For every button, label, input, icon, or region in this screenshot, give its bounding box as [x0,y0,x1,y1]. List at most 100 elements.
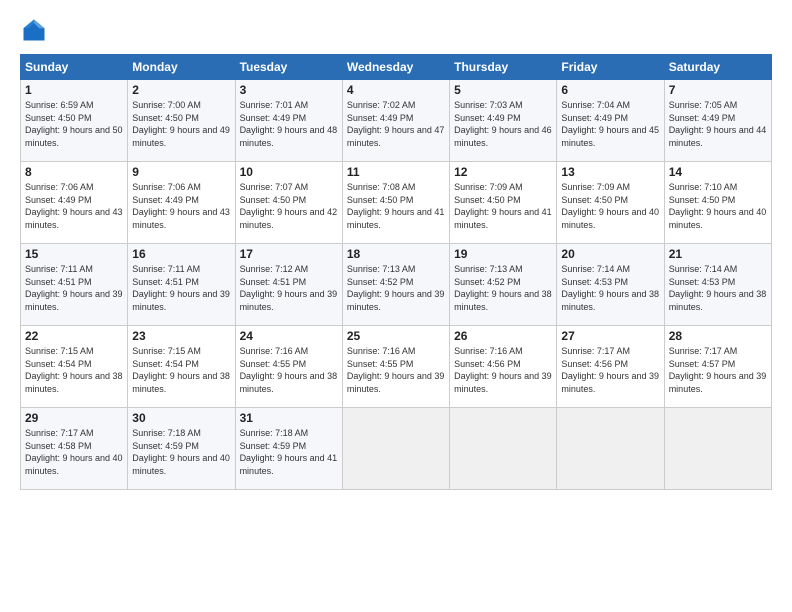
day-info: Sunrise: 7:09 AMSunset: 4:50 PMDaylight:… [454,182,552,230]
day-number: 5 [454,83,552,97]
day-number: 4 [347,83,445,97]
day-info: Sunrise: 7:12 AMSunset: 4:51 PMDaylight:… [240,264,338,312]
day-info: Sunrise: 7:15 AMSunset: 4:54 PMDaylight:… [25,346,123,394]
day-info: Sunrise: 7:16 AMSunset: 4:55 PMDaylight:… [240,346,338,394]
day-info: Sunrise: 7:10 AMSunset: 4:50 PMDaylight:… [669,182,767,230]
day-number: 6 [561,83,659,97]
day-number: 10 [240,165,338,179]
calendar-cell: 9 Sunrise: 7:06 AMSunset: 4:49 PMDayligh… [128,162,235,244]
day-number: 9 [132,165,230,179]
calendar-cell: 20 Sunrise: 7:14 AMSunset: 4:53 PMDaylig… [557,244,664,326]
day-number: 20 [561,247,659,261]
day-number: 25 [347,329,445,343]
calendar-week-3: 15 Sunrise: 7:11 AMSunset: 4:51 PMDaylig… [21,244,772,326]
header-friday: Friday [557,55,664,80]
day-info: Sunrise: 7:00 AMSunset: 4:50 PMDaylight:… [132,100,230,148]
calendar-cell: 4 Sunrise: 7:02 AMSunset: 4:49 PMDayligh… [342,80,449,162]
day-info: Sunrise: 7:14 AMSunset: 4:53 PMDaylight:… [669,264,767,312]
day-number: 1 [25,83,123,97]
calendar-cell: 22 Sunrise: 7:15 AMSunset: 4:54 PMDaylig… [21,326,128,408]
header-saturday: Saturday [664,55,771,80]
day-number: 8 [25,165,123,179]
day-info: Sunrise: 7:05 AMSunset: 4:49 PMDaylight:… [669,100,767,148]
page: SundayMondayTuesdayWednesdayThursdayFrid… [0,0,792,612]
day-info: Sunrise: 7:14 AMSunset: 4:53 PMDaylight:… [561,264,659,312]
day-info: Sunrise: 7:16 AMSunset: 4:55 PMDaylight:… [347,346,445,394]
day-info: Sunrise: 7:18 AMSunset: 4:59 PMDaylight:… [132,428,230,476]
day-info: Sunrise: 7:02 AMSunset: 4:49 PMDaylight:… [347,100,445,148]
calendar-cell: 16 Sunrise: 7:11 AMSunset: 4:51 PMDaylig… [128,244,235,326]
day-number: 16 [132,247,230,261]
calendar-cell: 30 Sunrise: 7:18 AMSunset: 4:59 PMDaylig… [128,408,235,490]
day-number: 19 [454,247,552,261]
day-info: Sunrise: 7:15 AMSunset: 4:54 PMDaylight:… [132,346,230,394]
calendar-cell: 24 Sunrise: 7:16 AMSunset: 4:55 PMDaylig… [235,326,342,408]
calendar-cell: 7 Sunrise: 7:05 AMSunset: 4:49 PMDayligh… [664,80,771,162]
day-info: Sunrise: 7:11 AMSunset: 4:51 PMDaylight:… [132,264,230,312]
calendar-cell: 28 Sunrise: 7:17 AMSunset: 4:57 PMDaylig… [664,326,771,408]
header-monday: Monday [128,55,235,80]
calendar-cell: 26 Sunrise: 7:16 AMSunset: 4:56 PMDaylig… [450,326,557,408]
day-number: 24 [240,329,338,343]
header-wednesday: Wednesday [342,55,449,80]
day-number: 11 [347,165,445,179]
day-info: Sunrise: 7:13 AMSunset: 4:52 PMDaylight:… [454,264,552,312]
calendar-week-2: 8 Sunrise: 7:06 AMSunset: 4:49 PMDayligh… [21,162,772,244]
calendar-cell [342,408,449,490]
day-number: 17 [240,247,338,261]
day-number: 7 [669,83,767,97]
calendar-cell: 31 Sunrise: 7:18 AMSunset: 4:59 PMDaylig… [235,408,342,490]
calendar-cell: 27 Sunrise: 7:17 AMSunset: 4:56 PMDaylig… [557,326,664,408]
day-info: Sunrise: 7:18 AMSunset: 4:59 PMDaylight:… [240,428,338,476]
calendar-cell: 1 Sunrise: 6:59 AMSunset: 4:50 PMDayligh… [21,80,128,162]
day-info: Sunrise: 7:01 AMSunset: 4:49 PMDaylight:… [240,100,338,148]
calendar-cell: 11 Sunrise: 7:08 AMSunset: 4:50 PMDaylig… [342,162,449,244]
day-number: 13 [561,165,659,179]
calendar-cell: 17 Sunrise: 7:12 AMSunset: 4:51 PMDaylig… [235,244,342,326]
header-row [20,16,772,44]
day-number: 14 [669,165,767,179]
calendar-cell [557,408,664,490]
day-info: Sunrise: 7:13 AMSunset: 4:52 PMDaylight:… [347,264,445,312]
logo-icon [20,16,48,44]
day-number: 15 [25,247,123,261]
logo [20,16,52,44]
calendar-week-1: 1 Sunrise: 6:59 AMSunset: 4:50 PMDayligh… [21,80,772,162]
calendar-cell: 29 Sunrise: 7:17 AMSunset: 4:58 PMDaylig… [21,408,128,490]
calendar-cell: 14 Sunrise: 7:10 AMSunset: 4:50 PMDaylig… [664,162,771,244]
day-number: 3 [240,83,338,97]
calendar-cell: 21 Sunrise: 7:14 AMSunset: 4:53 PMDaylig… [664,244,771,326]
calendar-cell: 13 Sunrise: 7:09 AMSunset: 4:50 PMDaylig… [557,162,664,244]
day-number: 21 [669,247,767,261]
day-number: 2 [132,83,230,97]
day-info: Sunrise: 7:16 AMSunset: 4:56 PMDaylight:… [454,346,552,394]
day-info: Sunrise: 7:17 AMSunset: 4:56 PMDaylight:… [561,346,659,394]
calendar-cell: 23 Sunrise: 7:15 AMSunset: 4:54 PMDaylig… [128,326,235,408]
day-number: 22 [25,329,123,343]
day-info: Sunrise: 7:08 AMSunset: 4:50 PMDaylight:… [347,182,445,230]
day-number: 29 [25,411,123,425]
day-number: 30 [132,411,230,425]
day-info: Sunrise: 7:11 AMSunset: 4:51 PMDaylight:… [25,264,123,312]
day-number: 12 [454,165,552,179]
day-info: Sunrise: 7:17 AMSunset: 4:57 PMDaylight:… [669,346,767,394]
header-thursday: Thursday [450,55,557,80]
day-info: Sunrise: 7:06 AMSunset: 4:49 PMDaylight:… [25,182,123,230]
day-info: Sunrise: 7:03 AMSunset: 4:49 PMDaylight:… [454,100,552,148]
calendar-cell: 2 Sunrise: 7:00 AMSunset: 4:50 PMDayligh… [128,80,235,162]
day-number: 23 [132,329,230,343]
header-tuesday: Tuesday [235,55,342,80]
calendar-week-4: 22 Sunrise: 7:15 AMSunset: 4:54 PMDaylig… [21,326,772,408]
calendar-week-5: 29 Sunrise: 7:17 AMSunset: 4:58 PMDaylig… [21,408,772,490]
day-info: Sunrise: 7:07 AMSunset: 4:50 PMDaylight:… [240,182,338,230]
calendar-cell: 10 Sunrise: 7:07 AMSunset: 4:50 PMDaylig… [235,162,342,244]
calendar-cell: 5 Sunrise: 7:03 AMSunset: 4:49 PMDayligh… [450,80,557,162]
day-number: 26 [454,329,552,343]
calendar-cell: 19 Sunrise: 7:13 AMSunset: 4:52 PMDaylig… [450,244,557,326]
day-number: 27 [561,329,659,343]
day-number: 28 [669,329,767,343]
calendar-cell [450,408,557,490]
calendar-cell: 12 Sunrise: 7:09 AMSunset: 4:50 PMDaylig… [450,162,557,244]
calendar-cell: 8 Sunrise: 7:06 AMSunset: 4:49 PMDayligh… [21,162,128,244]
calendar-cell: 18 Sunrise: 7:13 AMSunset: 4:52 PMDaylig… [342,244,449,326]
